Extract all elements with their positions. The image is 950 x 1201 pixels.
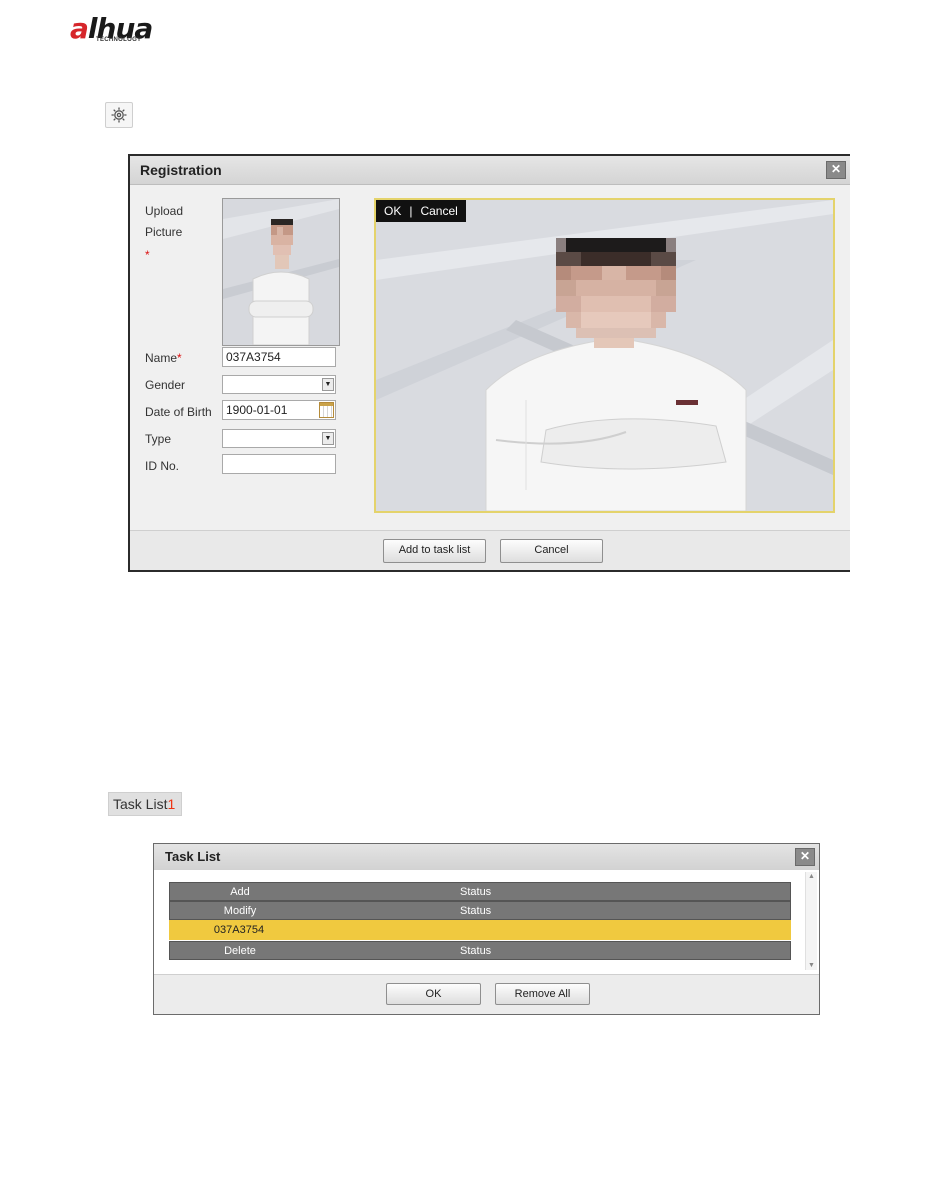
gender-select[interactable]: ▼ <box>222 375 336 394</box>
dahua-logo: alhua TECHNOLOGY <box>70 12 180 46</box>
crop-ok-button[interactable]: OK <box>384 204 401 218</box>
chevron-down-icon[interactable]: ▼ <box>322 378 334 391</box>
registration-dialog: Registration ✕ Upload Picture * Name* 03… <box>128 154 850 572</box>
crop-cancel-button[interactable]: Cancel <box>420 204 457 218</box>
close-icon[interactable]: ✕ <box>826 161 846 179</box>
name-label: Name* <box>145 351 182 365</box>
dialog-title: Registration <box>140 162 222 178</box>
task-group-delete[interactable]: Delete Status <box>169 941 791 960</box>
task-status: Status <box>460 945 492 957</box>
task-type: Add <box>230 886 250 898</box>
type-label: Type <box>145 432 172 446</box>
logo-tagline: TECHNOLOGY <box>96 37 142 43</box>
required-mark: * <box>145 248 150 262</box>
type-select[interactable]: ▼ <box>222 429 336 448</box>
dob-label: Date of Birth <box>145 405 212 419</box>
upload-label: Upload <box>145 204 184 218</box>
table-row[interactable]: 037A3754 <box>169 920 791 940</box>
task-list-button[interactable]: Task List1 <box>108 792 182 816</box>
dialog-titlebar: Registration ✕ <box>130 156 850 185</box>
dialog-title: Task List <box>165 849 221 864</box>
dialog-titlebar: Task List ✕ <box>154 844 819 871</box>
ok-button[interactable]: OK <box>386 983 481 1005</box>
crop-separator: | <box>409 204 413 218</box>
person-photo <box>376 200 833 511</box>
task-name: 037A3754 <box>213 924 265 936</box>
scroll-down-icon[interactable]: ▼ <box>808 962 815 969</box>
task-list-dialog: Task List ✕ Add Status Modify Status 037… <box>153 843 820 1015</box>
dob-value: 1900-01-01 <box>226 403 288 417</box>
task-group-add[interactable]: Add Status <box>169 882 791 901</box>
id-label: ID No. <box>145 459 180 473</box>
add-to-task-list-button[interactable]: Add to task list <box>383 539 486 563</box>
uploaded-picture-thumbnail[interactable] <box>222 198 340 346</box>
scrollbar[interactable]: ▲ ▼ <box>805 872 817 970</box>
dialog-footer: OK Remove All <box>154 974 819 1014</box>
calendar-icon[interactable] <box>319 402 334 418</box>
dialog-footer: Add to task list Cancel <box>130 530 850 570</box>
task-type: Delete <box>224 945 256 957</box>
chevron-down-icon[interactable]: ▼ <box>322 432 334 445</box>
crop-picture-area[interactable]: OK | Cancel <box>374 198 835 513</box>
picture-label: Picture <box>145 225 183 239</box>
gear-icon <box>111 107 127 123</box>
scroll-up-icon[interactable]: ▲ <box>808 873 815 880</box>
task-type: Modify <box>223 905 257 917</box>
dob-input[interactable]: 1900-01-01 <box>222 400 336 420</box>
task-group-modify[interactable]: Modify Status <box>169 901 791 920</box>
task-status: Status <box>460 905 492 917</box>
task-count-badge: 1 <box>167 796 176 812</box>
name-input[interactable]: 037A3754 <box>222 347 336 367</box>
task-table: Add Status Modify Status 037A3754 Delete… <box>154 870 819 974</box>
id-input[interactable] <box>222 454 336 474</box>
gender-label: Gender <box>145 378 186 392</box>
task-list-label: Task List <box>113 796 168 812</box>
cancel-button[interactable]: Cancel <box>500 539 603 563</box>
remove-all-button[interactable]: Remove All <box>495 983 590 1005</box>
close-icon[interactable]: ✕ <box>795 848 815 866</box>
crop-actions: OK | Cancel <box>376 200 466 222</box>
task-status: Status <box>460 886 492 898</box>
settings-button[interactable] <box>105 102 133 128</box>
